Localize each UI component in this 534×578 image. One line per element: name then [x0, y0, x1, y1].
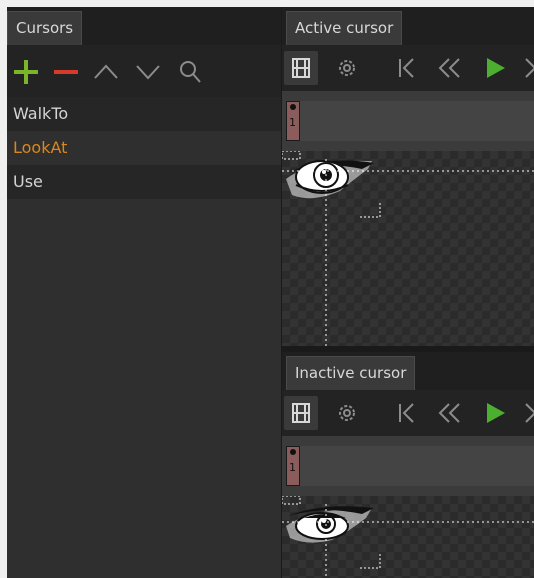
timeline-track[interactable]	[300, 101, 534, 141]
rewind-icon[interactable]	[436, 55, 462, 81]
play-icon[interactable]	[482, 400, 508, 426]
frame-number: 1	[289, 461, 296, 474]
filmstrip-button[interactable]	[284, 51, 318, 85]
list-item[interactable]: WalkTo	[7, 97, 281, 131]
cursors-panel: Cursors WalkTo LookAt Use	[7, 7, 281, 578]
active-cursor-tab-bar: Active cursor	[282, 7, 534, 45]
gear-icon[interactable]	[334, 400, 360, 426]
inactive-cursor-timeline: 1	[282, 436, 534, 496]
cursors-tab-bar: Cursors	[7, 7, 281, 45]
active-cursor-timeline: 1	[282, 91, 534, 151]
tab-cursors-label: Cursors	[16, 19, 74, 37]
active-cursor-canvas[interactable]	[282, 151, 534, 346]
list-item-label: LookAt	[13, 138, 68, 157]
inactive-cursor-tab-bar: Inactive cursor	[282, 352, 534, 390]
frame-number: 1	[289, 116, 296, 129]
skip-to-start-icon[interactable]	[394, 55, 420, 81]
inactive-cursor-canvas[interactable]	[282, 496, 534, 578]
tab-inactive-cursor-label: Inactive cursor	[295, 364, 407, 382]
tab-cursors[interactable]: Cursors	[7, 11, 83, 45]
eye-icon	[286, 506, 374, 543]
list-item-label: Use	[13, 172, 43, 191]
close-icon[interactable]	[522, 400, 534, 426]
close-icon[interactable]	[522, 55, 534, 81]
play-icon[interactable]	[482, 55, 508, 81]
frame-marker[interactable]: 1	[286, 101, 300, 141]
frame-dot	[290, 104, 296, 110]
rewind-icon[interactable]	[436, 400, 462, 426]
inactive-cursor-panel: Inactive cursor 1	[281, 352, 534, 578]
active-cursor-toolbar	[282, 45, 534, 91]
inactive-cursor-toolbar	[282, 390, 534, 436]
gear-icon[interactable]	[334, 55, 360, 81]
chevron-down-icon[interactable]	[135, 59, 161, 85]
search-icon[interactable]	[177, 59, 203, 85]
frame-marker[interactable]: 1	[286, 446, 300, 486]
tab-inactive-cursor[interactable]: Inactive cursor	[286, 356, 416, 390]
filmstrip-icon	[292, 58, 310, 78]
filmstrip-button[interactable]	[284, 396, 318, 430]
chevron-up-icon[interactable]	[93, 59, 119, 85]
skip-to-start-icon[interactable]	[394, 400, 420, 426]
tab-active-cursor-label: Active cursor	[295, 19, 394, 37]
filmstrip-icon	[292, 403, 310, 423]
cursor-list-empty-area	[7, 199, 281, 578]
frame-dot	[290, 449, 296, 455]
inactive-cursor-preview	[282, 496, 534, 578]
list-item[interactable]: Use	[7, 165, 281, 199]
eye-icon	[286, 160, 374, 199]
cursor-list: WalkTo LookAt Use	[7, 97, 281, 199]
list-item[interactable]: LookAt	[7, 131, 281, 165]
list-item-label: WalkTo	[13, 104, 69, 123]
timeline-track[interactable]	[300, 446, 534, 486]
minus-icon[interactable]	[53, 59, 79, 85]
window-top-edge	[0, 0, 534, 7]
tab-active-cursor[interactable]: Active cursor	[286, 11, 403, 45]
cursors-toolbar	[7, 45, 281, 97]
active-cursor-preview	[282, 151, 534, 346]
plus-icon[interactable]	[13, 59, 39, 85]
window-left-edge	[0, 0, 7, 578]
active-cursor-panel: Active cursor 1	[281, 7, 534, 346]
